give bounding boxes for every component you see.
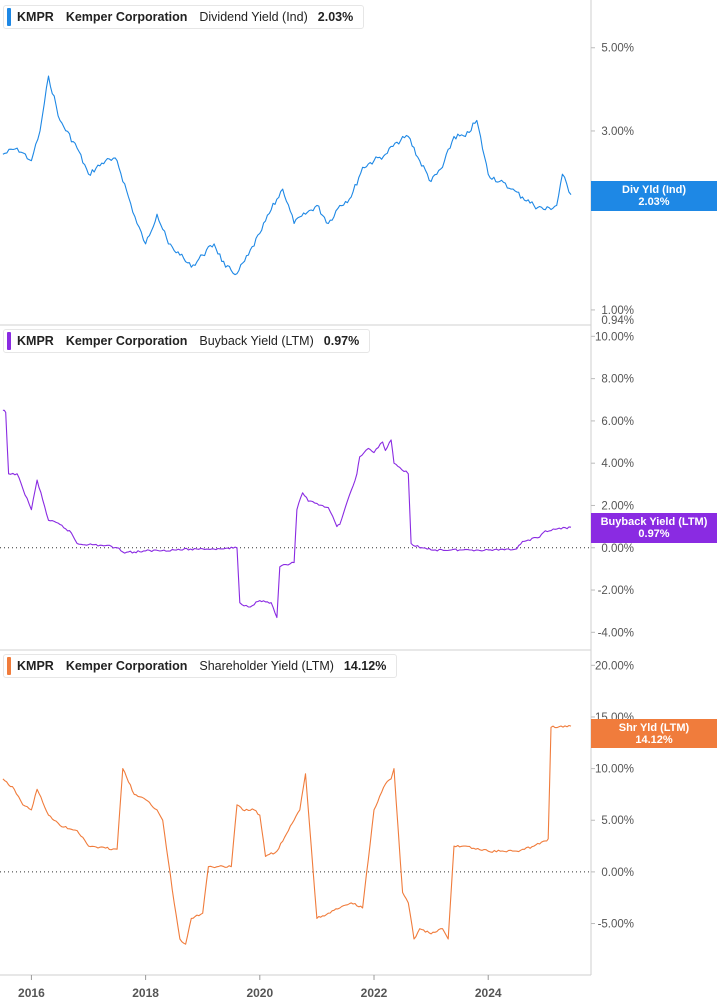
series-color-swatch bbox=[7, 332, 11, 350]
chart-canvas: 5.00%3.00%2.00%1.00%0.94%10.00%8.00%6.00… bbox=[0, 0, 634, 1000]
last-value-badge-shareholder: Shr Yld (LTM) 14.12% bbox=[591, 719, 717, 748]
series-color-swatch bbox=[7, 8, 11, 26]
legend-ticker: KMPR bbox=[17, 334, 54, 348]
series-line bbox=[2, 724, 572, 945]
x-tick-label: 2022 bbox=[361, 986, 388, 1000]
series-line bbox=[2, 75, 572, 276]
badge-value: 0.97% bbox=[638, 528, 670, 540]
y-tick-label: 10.00% bbox=[595, 331, 634, 343]
y-tick-label: 3.00% bbox=[601, 126, 634, 138]
legend-value: 2.03% bbox=[317, 10, 354, 24]
legend-shareholder-yield: KMPR Kemper Corporation Shareholder Yiel… bbox=[3, 654, 398, 678]
series-line bbox=[2, 409, 572, 619]
badge-value: 14.12% bbox=[635, 734, 673, 746]
y-tick-label: 8.00% bbox=[601, 374, 634, 386]
y-tick-label: 10.00% bbox=[595, 764, 634, 776]
series-color-swatch bbox=[7, 657, 11, 675]
legend-value: 0.97% bbox=[323, 334, 360, 348]
x-tick-label: 2016 bbox=[18, 986, 45, 1000]
legend-ticker: KMPR bbox=[17, 659, 54, 673]
y-tick-label: 0.00% bbox=[601, 543, 634, 555]
y-tick-label: 2.00% bbox=[601, 500, 634, 512]
badge-value: 2.03% bbox=[638, 196, 670, 208]
y-tick-label: -2.00% bbox=[598, 585, 634, 597]
x-tick-label: 2018 bbox=[132, 986, 159, 1000]
badge-label: Buyback Yield (LTM) bbox=[600, 516, 708, 528]
y-tick-label: 5.00% bbox=[601, 815, 634, 827]
legend-metric: Shareholder Yield (LTM) bbox=[199, 659, 334, 673]
legend-metric: Buyback Yield (LTM) bbox=[199, 334, 314, 348]
legend-value: 14.12% bbox=[343, 659, 387, 673]
legend-company: Kemper Corporation bbox=[65, 659, 188, 673]
y-tick-label: 20.00% bbox=[595, 660, 634, 672]
badge-label: Shr Yld (LTM) bbox=[618, 722, 690, 734]
x-tick-label: 2024 bbox=[475, 986, 502, 1000]
y-tick-label: -4.00% bbox=[598, 627, 634, 639]
y-tick-label: 5.00% bbox=[601, 43, 634, 55]
legend-buyback-yield: KMPR Kemper Corporation Buyback Yield (L… bbox=[3, 329, 371, 353]
legend-metric: Dividend Yield (Ind) bbox=[199, 10, 308, 24]
legend-dividend-yield: KMPR Kemper Corporation Dividend Yield (… bbox=[3, 5, 365, 29]
y-tick-label: 0.94% bbox=[601, 315, 634, 327]
y-tick-label: 0.00% bbox=[601, 867, 634, 879]
legend-company: Kemper Corporation bbox=[65, 10, 188, 24]
x-tick-label: 2020 bbox=[246, 986, 273, 1000]
badge-label: Div Yld (Ind) bbox=[622, 184, 686, 196]
last-value-badge-dividend: Div Yld (Ind) 2.03% bbox=[591, 181, 717, 211]
y-tick-label: -5.00% bbox=[598, 919, 634, 931]
y-tick-label: 6.00% bbox=[601, 416, 634, 428]
legend-ticker: KMPR bbox=[17, 10, 54, 24]
last-value-badge-buyback: Buyback Yield (LTM) 0.97% bbox=[591, 513, 717, 543]
y-tick-label: 4.00% bbox=[601, 458, 634, 470]
legend-company: Kemper Corporation bbox=[65, 334, 188, 348]
